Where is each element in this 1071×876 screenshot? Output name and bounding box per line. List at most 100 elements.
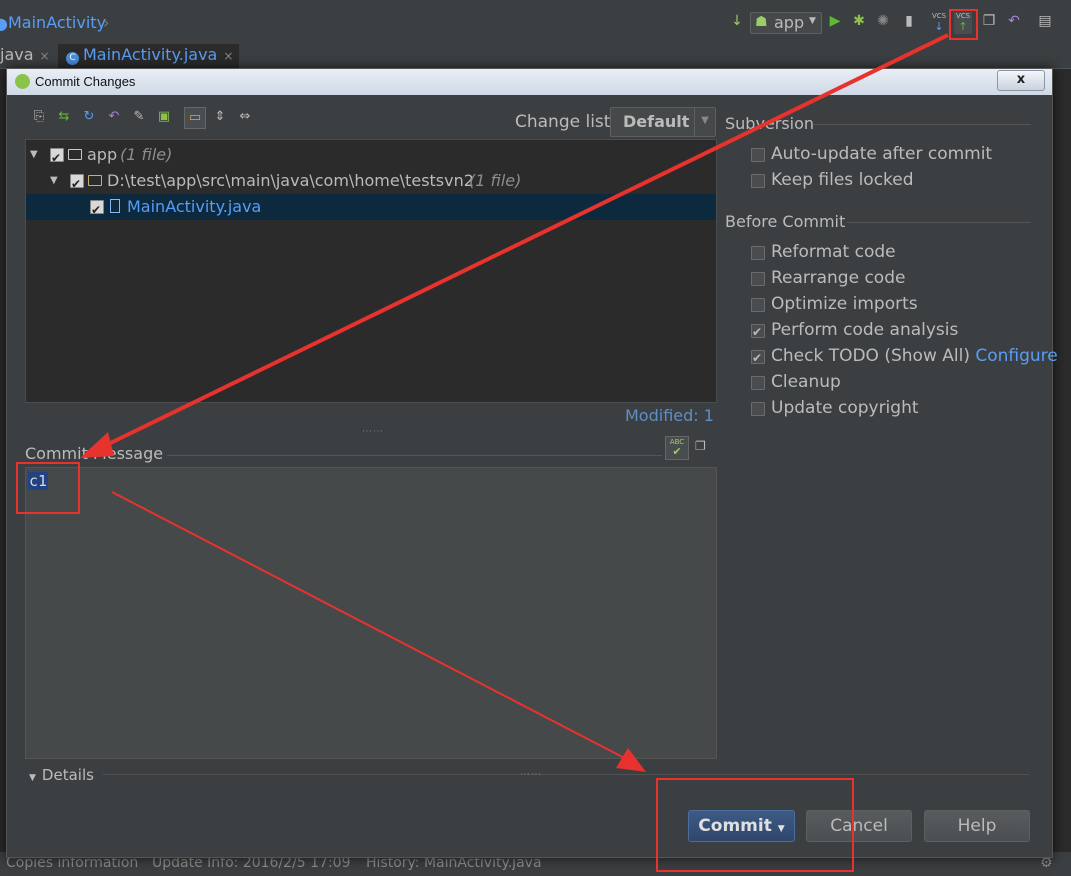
debug-icon[interactable]: ✱ [850,12,868,30]
highlight-box-vcs-commit [949,9,978,40]
tab-label: java [0,45,34,64]
tab-java[interactable]: java × [0,44,50,68]
chevron-down-icon: ▼ [809,16,816,26]
message-history-icon[interactable]: ❐ [695,439,711,455]
separator [847,222,1031,223]
separator [103,774,1029,775]
tree-item-app[interactable]: ▼ app (1 file) [26,142,716,171]
tree-item-label: app [87,145,118,164]
project-structure-icon[interactable]: ▤ [1036,12,1054,30]
vcs-update-button[interactable]: VCS ↓ [930,12,948,34]
module-folder-icon [68,149,82,160]
checkbox[interactable] [751,174,765,188]
splitter-handle[interactable]: ⋯⋯ [520,769,542,780]
changed-files-tree: ▼ app (1 file) ▼ D:\test\app\src\main\ja… [25,139,717,403]
tree-item-label: MainActivity.java [127,197,262,216]
checkbox[interactable] [751,148,765,162]
breadcrumb-icon: ● [0,14,8,33]
checkbox[interactable] [751,298,765,312]
checkbox[interactable] [751,246,765,260]
checkbox[interactable] [751,272,765,286]
tab-label: MainActivity.java [83,45,218,64]
tree-item-directory[interactable]: ▼ D:\test\app\src\main\java\com\home\tes… [26,168,716,197]
option-label: Update copyright [771,398,919,418]
change-list-label: Change list: [515,112,617,132]
java-file-icon [110,199,120,213]
group-by-directory-icon[interactable]: ▭ [184,107,206,129]
revert-icon[interactable]: ↶ [1005,12,1023,30]
arrow-down-icon: ↓ [934,20,944,33]
show-diff-icon[interactable]: ⎘ [29,107,49,127]
sort-icon[interactable]: ↓ [728,12,746,30]
checkbox[interactable] [751,347,765,369]
include-checkbox[interactable] [50,145,64,171]
details-toggle[interactable]: ▼ Details [29,766,94,784]
commit-changes-dialog: Commit Changes x ⎘ ⇆ ↻ ↶ ✎ ▣ ▭ ⇕ ⇔ Chang… [6,68,1058,858]
tree-item-note: (1 file) [469,171,522,190]
breadcrumb[interactable]: MainActivity [8,13,106,32]
device-icon[interactable]: ▮ [900,12,918,30]
move-to-changelist-icon[interactable]: ⇆ [54,107,74,127]
dialog-title-bar[interactable]: Commit Changes x [7,69,1052,95]
highlight-box-commit-message [16,462,80,514]
commit-message-label: Commit Message [25,444,164,463]
collapse-icon[interactable]: ▼ [30,142,42,168]
option-label: Optimize imports [771,294,918,314]
rollback-icon[interactable]: ↶ [104,107,124,127]
option-label: Check TODO (Show All) [771,346,970,366]
option-label: Auto-update after commit [771,144,993,164]
highlight-box-commit-button [656,778,854,872]
include-checkbox[interactable] [90,197,104,223]
change-list-value: Default [623,112,690,131]
tab-main-activity[interactable]: C MainActivity.java × [58,44,240,68]
compare-icon[interactable]: ❐ [980,12,998,30]
breadcrumb-chevron-icon: › [103,13,110,32]
collapse-all-icon[interactable]: ⇔ [235,107,255,127]
refresh-icon[interactable]: ↻ [79,107,99,127]
help-button[interactable]: Help [924,810,1030,842]
ide-toolbar: ● MainActivity › ↓ ☗ app ▼ ▶ ✱ ✺ ▮ VCS ↓… [0,0,1071,43]
configure-link[interactable]: Configure [975,346,1057,366]
checkbox[interactable] [751,376,765,390]
expand-all-icon[interactable]: ⇕ [210,107,230,127]
tree-item-label: D:\test\app\src\main\java\com\home\tests… [107,171,474,190]
run-config-select[interactable]: ☗ app ▼ [750,12,822,34]
folder-icon [88,175,102,186]
chevron-down-icon: ▼ [694,108,715,136]
option-label: Reformat code [771,242,896,262]
subversion-section-title: Subversion [725,114,815,133]
checkbox[interactable] [751,402,765,416]
shelve-icon[interactable]: ▣ [154,107,174,127]
collapse-icon: ▼ [29,773,36,783]
details-label: Details [41,766,94,784]
option-label: Perform code analysis [771,320,959,340]
close-icon[interactable]: × [40,49,50,63]
spellcheck-icon[interactable]: ABC ✔ [665,436,689,460]
include-checkbox[interactable] [70,171,84,197]
separator [167,455,662,456]
tree-item-main-activity[interactable]: MainActivity.java [26,194,716,223]
class-icon: C [66,52,79,65]
modified-count[interactable]: Modified: 1 [625,406,714,425]
separator [813,124,1031,125]
android-icon: ☗ [755,14,768,30]
option-label: Rearrange code [771,268,906,288]
collapse-icon[interactable]: ▼ [50,168,62,194]
close-button[interactable]: x [997,70,1045,91]
splitter-handle[interactable]: ⋯⋯ [362,426,384,437]
before-commit-section-title: Before Commit [725,212,846,231]
commit-message-input[interactable]: c1 [25,467,717,759]
editor-tabs: java × C MainActivity.java × [0,42,1071,69]
option-label-group: Check TODO (Show All) Configure [771,345,1058,367]
edit-source-icon[interactable]: ✎ [129,107,149,127]
android-studio-icon [15,74,30,89]
run-icon[interactable]: ▶ [826,12,844,30]
run-config-label: app [774,13,805,32]
attach-debugger-icon[interactable]: ✺ [874,12,892,30]
option-label: Cleanup [771,372,841,392]
dialog-title: Commit Changes [35,74,136,89]
checkbox[interactable] [751,321,765,343]
close-icon[interactable]: × [223,49,233,63]
change-list-select[interactable]: Default ▼ [610,107,716,137]
tree-item-note: (1 file) [120,145,173,164]
